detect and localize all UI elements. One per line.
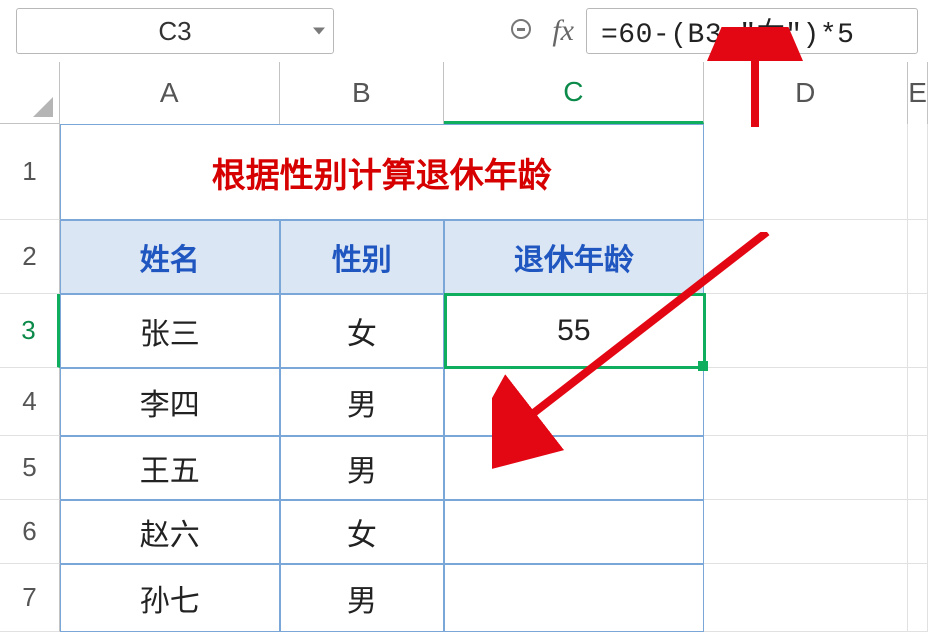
- formula-text: =60-(B3="女")*5: [601, 11, 854, 51]
- name-box-value: C3: [17, 16, 333, 47]
- cell-E3[interactable]: [908, 294, 928, 368]
- cell-age-3[interactable]: 55: [444, 294, 703, 368]
- cell-D3[interactable]: [704, 294, 909, 368]
- column-header-B[interactable]: B: [280, 62, 445, 124]
- row-header-7[interactable]: 7: [0, 564, 60, 632]
- formula-input[interactable]: =60-(B3="女")*5: [586, 8, 918, 54]
- cell-E4[interactable]: [908, 368, 928, 436]
- cell-age-7[interactable]: [444, 564, 703, 632]
- column-header-A[interactable]: A: [60, 62, 280, 124]
- formula-bar: C3 fx =60-(B3="女")*5: [0, 0, 928, 62]
- zoom-out-icon[interactable]: [508, 16, 538, 46]
- fx-icon[interactable]: fx: [552, 14, 574, 48]
- cell-gender-4[interactable]: 男: [280, 368, 445, 436]
- cell-name-7[interactable]: 孙七: [60, 564, 280, 632]
- cell-name-3[interactable]: 张三: [60, 294, 280, 368]
- cell-gender-7[interactable]: 男: [280, 564, 445, 632]
- cell-name-6[interactable]: 赵六: [60, 500, 280, 564]
- cell-D6[interactable]: [704, 500, 909, 564]
- cell-E7[interactable]: [908, 564, 928, 632]
- column-header-E[interactable]: E: [908, 62, 928, 124]
- cell-name-4[interactable]: 李四: [60, 368, 280, 436]
- header-age[interactable]: 退休年龄: [444, 220, 703, 294]
- cell-name-5[interactable]: 王五: [60, 436, 280, 500]
- header-name[interactable]: 姓名: [60, 220, 280, 294]
- row-header-2[interactable]: 2: [0, 220, 60, 294]
- chevron-down-icon[interactable]: [313, 28, 325, 35]
- column-headers: ABCDE: [60, 62, 928, 124]
- title-cell[interactable]: 根据性别计算退休年龄: [60, 124, 704, 220]
- column-header-C[interactable]: C: [444, 62, 703, 124]
- cell-gender-5[interactable]: 男: [280, 436, 445, 500]
- cell-age-5[interactable]: [444, 436, 703, 500]
- cell-D5[interactable]: [704, 436, 909, 500]
- cell-D1[interactable]: [704, 124, 909, 220]
- cell-E2[interactable]: [908, 220, 928, 294]
- row-header-6[interactable]: 6: [0, 500, 60, 564]
- formula-bar-icons: fx: [508, 14, 574, 48]
- cell-D7[interactable]: [704, 564, 909, 632]
- row-header-4[interactable]: 4: [0, 368, 60, 436]
- select-all-corner[interactable]: [0, 62, 60, 124]
- cell-E6[interactable]: [908, 500, 928, 564]
- cell-D2[interactable]: [704, 220, 909, 294]
- cell-age-6[interactable]: [444, 500, 703, 564]
- row-header-3[interactable]: 3: [0, 294, 60, 368]
- row-header-5[interactable]: 5: [0, 436, 60, 500]
- cell-gender-3[interactable]: 女: [280, 294, 445, 368]
- header-gender[interactable]: 性别: [280, 220, 445, 294]
- grid[interactable]: 根据性别计算退休年龄姓名性别退休年龄张三女55李四男王五男赵六女孙七男: [60, 124, 928, 632]
- cell-age-4[interactable]: [444, 368, 703, 436]
- name-box[interactable]: C3: [16, 8, 334, 54]
- cell-D4[interactable]: [704, 368, 909, 436]
- spreadsheet[interactable]: ABCDE 1234567 根据性别计算退休年龄姓名性别退休年龄张三女55李四男…: [0, 62, 928, 640]
- column-header-D[interactable]: D: [704, 62, 909, 124]
- cell-E1[interactable]: [908, 124, 928, 220]
- row-header-1[interactable]: 1: [0, 124, 60, 220]
- row-headers: 1234567: [0, 124, 60, 632]
- cell-gender-6[interactable]: 女: [280, 500, 445, 564]
- cell-E5[interactable]: [908, 436, 928, 500]
